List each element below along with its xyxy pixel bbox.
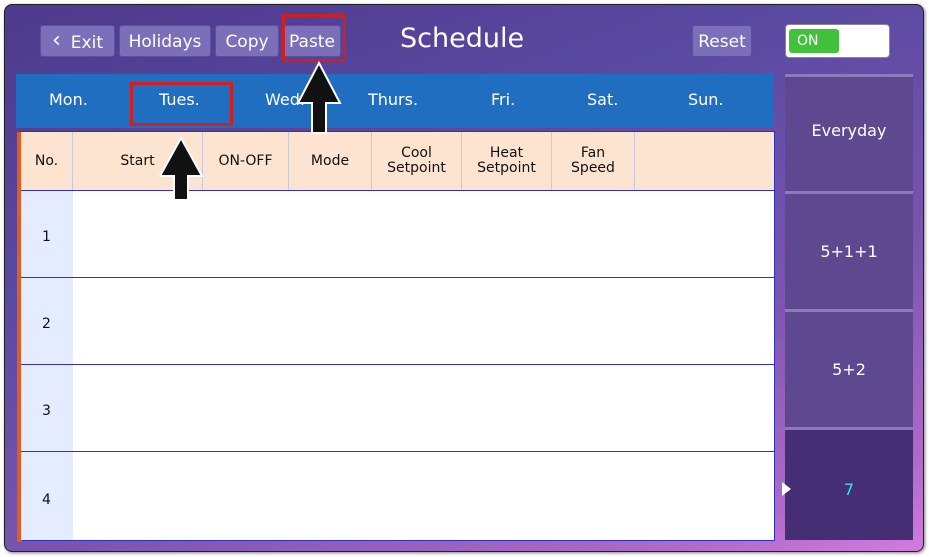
mode-5-1-1-button[interactable]: 5+1+1 [785,191,913,309]
header-heat-line1: Heat [489,145,524,162]
row-number-cell: 4 [21,452,73,540]
header-cool-line2: Setpoint [387,160,446,176]
mode-label: 7 [843,480,855,499]
paste-highlight-box [282,14,346,62]
page-title: Schedule [400,23,525,54]
tab-sat[interactable]: Sat. [587,90,618,109]
exit-label: Exit [70,33,103,53]
mode-label: Everyday [811,121,887,140]
schedule-table: No. Start ON-OFF Mode Cool Setpoint Heat S… [17,131,775,542]
header-fan-line1: Fan [580,145,606,162]
table-row[interactable]: 3 [21,365,774,452]
mode-label: 5+2 [832,360,866,379]
selected-marker-icon [782,482,791,496]
row-number-cell: 2 [21,278,73,364]
mode-7-button[interactable]: 7 [782,427,913,540]
up-arrow-icon [158,136,204,201]
table-header-row: No. Start ON-OFF Mode Cool Setpoint Heat S… [21,132,774,191]
header-no: No. [21,132,73,190]
tab-thurs[interactable]: Thurs. [368,90,418,109]
row-number: 3 [42,403,51,419]
mode-label: 5+1+1 [820,242,878,261]
tab-mon[interactable]: Mon. [49,90,88,109]
power-toggle[interactable]: ON [785,24,890,58]
row-number: 4 [42,492,51,508]
chevron-left-icon: ‹ [51,28,61,53]
row-number-cell: 3 [21,365,73,451]
table-row[interactable]: 1 [21,191,774,278]
up-arrow-icon [296,61,342,134]
header-mode: Mode [289,132,372,190]
exit-button[interactable]: ‹ Exit [40,25,115,57]
copy-button[interactable]: Copy [215,25,279,57]
row-number: 2 [42,316,51,332]
tab-sun[interactable]: Sun. [688,90,724,109]
table-row[interactable]: 4 [21,452,774,540]
header-heat-line2: Setpoint [477,160,536,176]
header-fan-line2: Speed [571,160,615,176]
toggle-on-label: ON [789,29,839,53]
mode-5-2-button[interactable]: 5+2 [785,309,913,427]
reset-button[interactable]: Reset [692,25,752,57]
header-on-off: ON-OFF [203,132,289,190]
holidays-button[interactable]: Holidays [119,25,211,57]
mode-everyday-button[interactable]: Everyday [785,74,913,191]
header-fan-speed: Fan Speed [552,132,635,190]
table-row[interactable]: 2 [21,278,774,365]
header-cool-setpoint: Cool Setpoint [372,132,462,190]
row-number: 1 [42,229,51,245]
tues-highlight-box [130,82,233,126]
top-toolbar: ‹ Exit Holidays Copy Paste Schedule Reset… [5,5,923,71]
row-number-cell: 1 [21,191,73,277]
tab-fri[interactable]: Fri. [491,90,515,109]
schedule-mode-sidebar: Everyday 5+1+1 5+2 7 [782,74,913,540]
header-cool-line1: Cool [401,145,432,162]
header-heat-setpoint: Heat Setpoint [462,132,552,190]
schedule-window: ‹ Exit Holidays Copy Paste Schedule Reset… [4,4,924,552]
